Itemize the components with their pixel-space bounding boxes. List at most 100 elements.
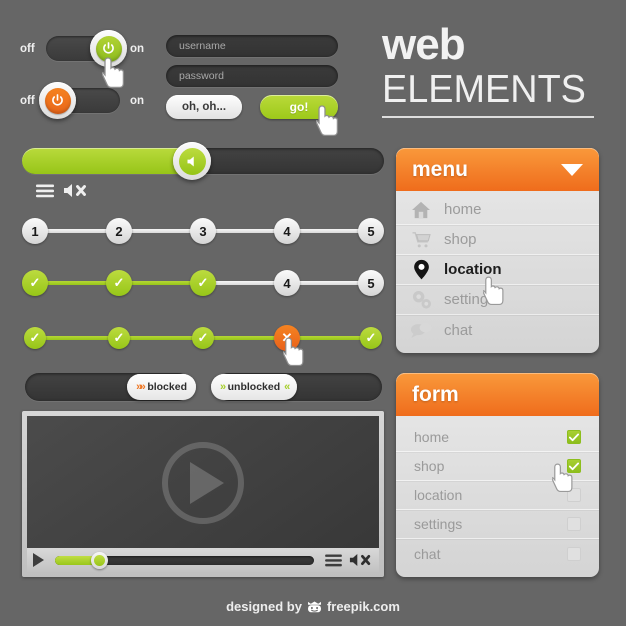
cart-icon — [410, 229, 432, 251]
volume-slider[interactable] — [22, 142, 384, 180]
form-row-label: chat — [414, 545, 441, 562]
power-icon — [44, 87, 71, 114]
form-row-label: location — [414, 487, 463, 503]
form-row-label: shop — [414, 458, 445, 474]
menu-panel: menu home shop location settings chat — [396, 148, 599, 353]
video-progress-slider[interactable] — [55, 551, 314, 569]
stepper-error: ✓ ✓ ✓ ✕ ✓ — [22, 325, 384, 351]
menu-item-label: location — [444, 261, 502, 278]
play-icon[interactable] — [162, 441, 244, 524]
home-icon — [410, 199, 432, 221]
menu-item-home[interactable]: home — [396, 195, 599, 225]
form-row-settings[interactable]: settings — [396, 510, 599, 539]
checkbox-settings[interactable] — [567, 517, 581, 531]
ui-kit-canvas: web ELEMENTS off on off on username pass… — [0, 0, 626, 626]
toggle-switch-orange[interactable]: off on — [20, 82, 145, 119]
chat-icon — [410, 319, 432, 341]
step-node-error[interactable]: ✕ — [274, 325, 300, 351]
toggle-off-label-1: off — [20, 42, 35, 55]
unblocked-toggle[interactable]: » unblocked « — [211, 373, 382, 401]
toggle-track-1[interactable] — [46, 30, 127, 67]
toggle-track-2[interactable] — [39, 82, 120, 119]
title-underline — [382, 116, 594, 118]
stepper-partial: ✓ ✓ ✓ 4 5 — [22, 270, 384, 296]
freepik-logo-icon — [307, 600, 321, 612]
step-node[interactable]: ✓ — [360, 327, 382, 349]
menu-item-label: chat — [444, 321, 473, 339]
step-node[interactable]: 2 — [106, 218, 132, 244]
volume-slider-handle[interactable] — [173, 142, 212, 180]
unblocked-label: unblocked — [227, 381, 281, 393]
power-glyph — [103, 42, 114, 54]
checkbox-shop[interactable] — [567, 459, 581, 473]
checkbox-location[interactable] — [567, 488, 581, 502]
menu-item-label: home — [444, 201, 482, 218]
username-input[interactable]: username — [166, 35, 338, 57]
form-row-location[interactable]: location — [396, 481, 599, 510]
toggle-on-label-1: on — [130, 42, 145, 55]
speaker-mute-icon[interactable] — [63, 183, 89, 198]
form-row-shop[interactable]: shop — [396, 452, 599, 481]
title-line-web: web — [382, 20, 466, 69]
video-controls — [27, 548, 379, 572]
chevron-right-icon: » — [220, 381, 226, 393]
speaker-glyph — [187, 156, 194, 166]
blocked-pill[interactable]: »» blocked — [127, 374, 196, 400]
chevrons-right-icon: »» — [136, 381, 146, 393]
video-progress-handle[interactable] — [91, 551, 109, 569]
video-screen[interactable] — [27, 416, 379, 549]
menu-item-label: shop — [444, 231, 477, 248]
menu-item-location[interactable]: location — [396, 255, 599, 285]
play-icon[interactable] — [33, 553, 44, 567]
step-node[interactable]: ✓ — [106, 270, 132, 296]
form-panel-header: form — [396, 373, 599, 416]
step-node[interactable]: 4 — [274, 270, 300, 296]
checkbox-home[interactable] — [567, 430, 581, 444]
step-node[interactable]: 5 — [358, 218, 384, 244]
toggle-knob-2[interactable] — [39, 82, 76, 119]
hamburger-icon[interactable] — [325, 553, 342, 567]
menu-panel-header[interactable]: menu — [396, 148, 599, 191]
toggle-on-label-2: on — [130, 94, 145, 107]
form-row-chat[interactable]: chat — [396, 539, 599, 568]
step-node[interactable]: ✓ — [24, 327, 46, 349]
cancel-button[interactable]: oh, oh... — [166, 95, 242, 119]
step-node[interactable]: 1 — [22, 218, 48, 244]
gears-icon — [410, 289, 432, 311]
menu-item-settings[interactable]: settings — [396, 285, 599, 315]
video-player[interactable] — [22, 411, 384, 577]
hamburger-icon[interactable] — [36, 184, 54, 198]
volume-slider-fill — [22, 148, 193, 174]
form-row-home[interactable]: home — [396, 423, 599, 452]
form-row-label: home — [414, 429, 450, 445]
checkbox-chat[interactable] — [567, 546, 581, 561]
media-icon-row — [36, 183, 89, 198]
pin-icon — [410, 259, 432, 281]
unblocked-pill[interactable]: » unblocked « — [211, 374, 297, 400]
check-icon — [569, 462, 579, 470]
menu-item-shop[interactable]: shop — [396, 225, 599, 255]
toggle-knob-1[interactable] — [90, 30, 127, 67]
submit-button[interactable]: go! — [260, 95, 338, 119]
blocked-toggle[interactable]: »» blocked — [25, 373, 196, 401]
toggle-switch-green[interactable]: off on — [20, 30, 145, 67]
step-node[interactable]: 3 — [190, 218, 216, 244]
step-node[interactable]: ✓ — [190, 270, 216, 296]
password-input[interactable]: password — [166, 65, 338, 87]
form-panel-title: form — [412, 382, 459, 406]
form-panel: form home shop location settings chat — [396, 373, 599, 577]
power-glyph — [52, 94, 63, 106]
step-node[interactable]: ✓ — [192, 327, 214, 349]
chevron-down-icon[interactable] — [561, 163, 583, 176]
step-node[interactable]: 4 — [274, 218, 300, 244]
play-triangle — [190, 461, 224, 504]
page-title: web ELEMENTS — [382, 22, 602, 118]
menu-item-label: settings — [444, 291, 496, 308]
step-node[interactable]: ✓ — [22, 270, 48, 296]
footer-credit: designed by freepik.com — [0, 599, 626, 614]
footer-brand: freepik.com — [326, 599, 400, 614]
speaker-mute-icon[interactable] — [349, 553, 373, 567]
menu-item-chat[interactable]: chat — [396, 315, 599, 345]
step-node[interactable]: ✓ — [108, 327, 130, 349]
step-node[interactable]: 5 — [358, 270, 384, 296]
